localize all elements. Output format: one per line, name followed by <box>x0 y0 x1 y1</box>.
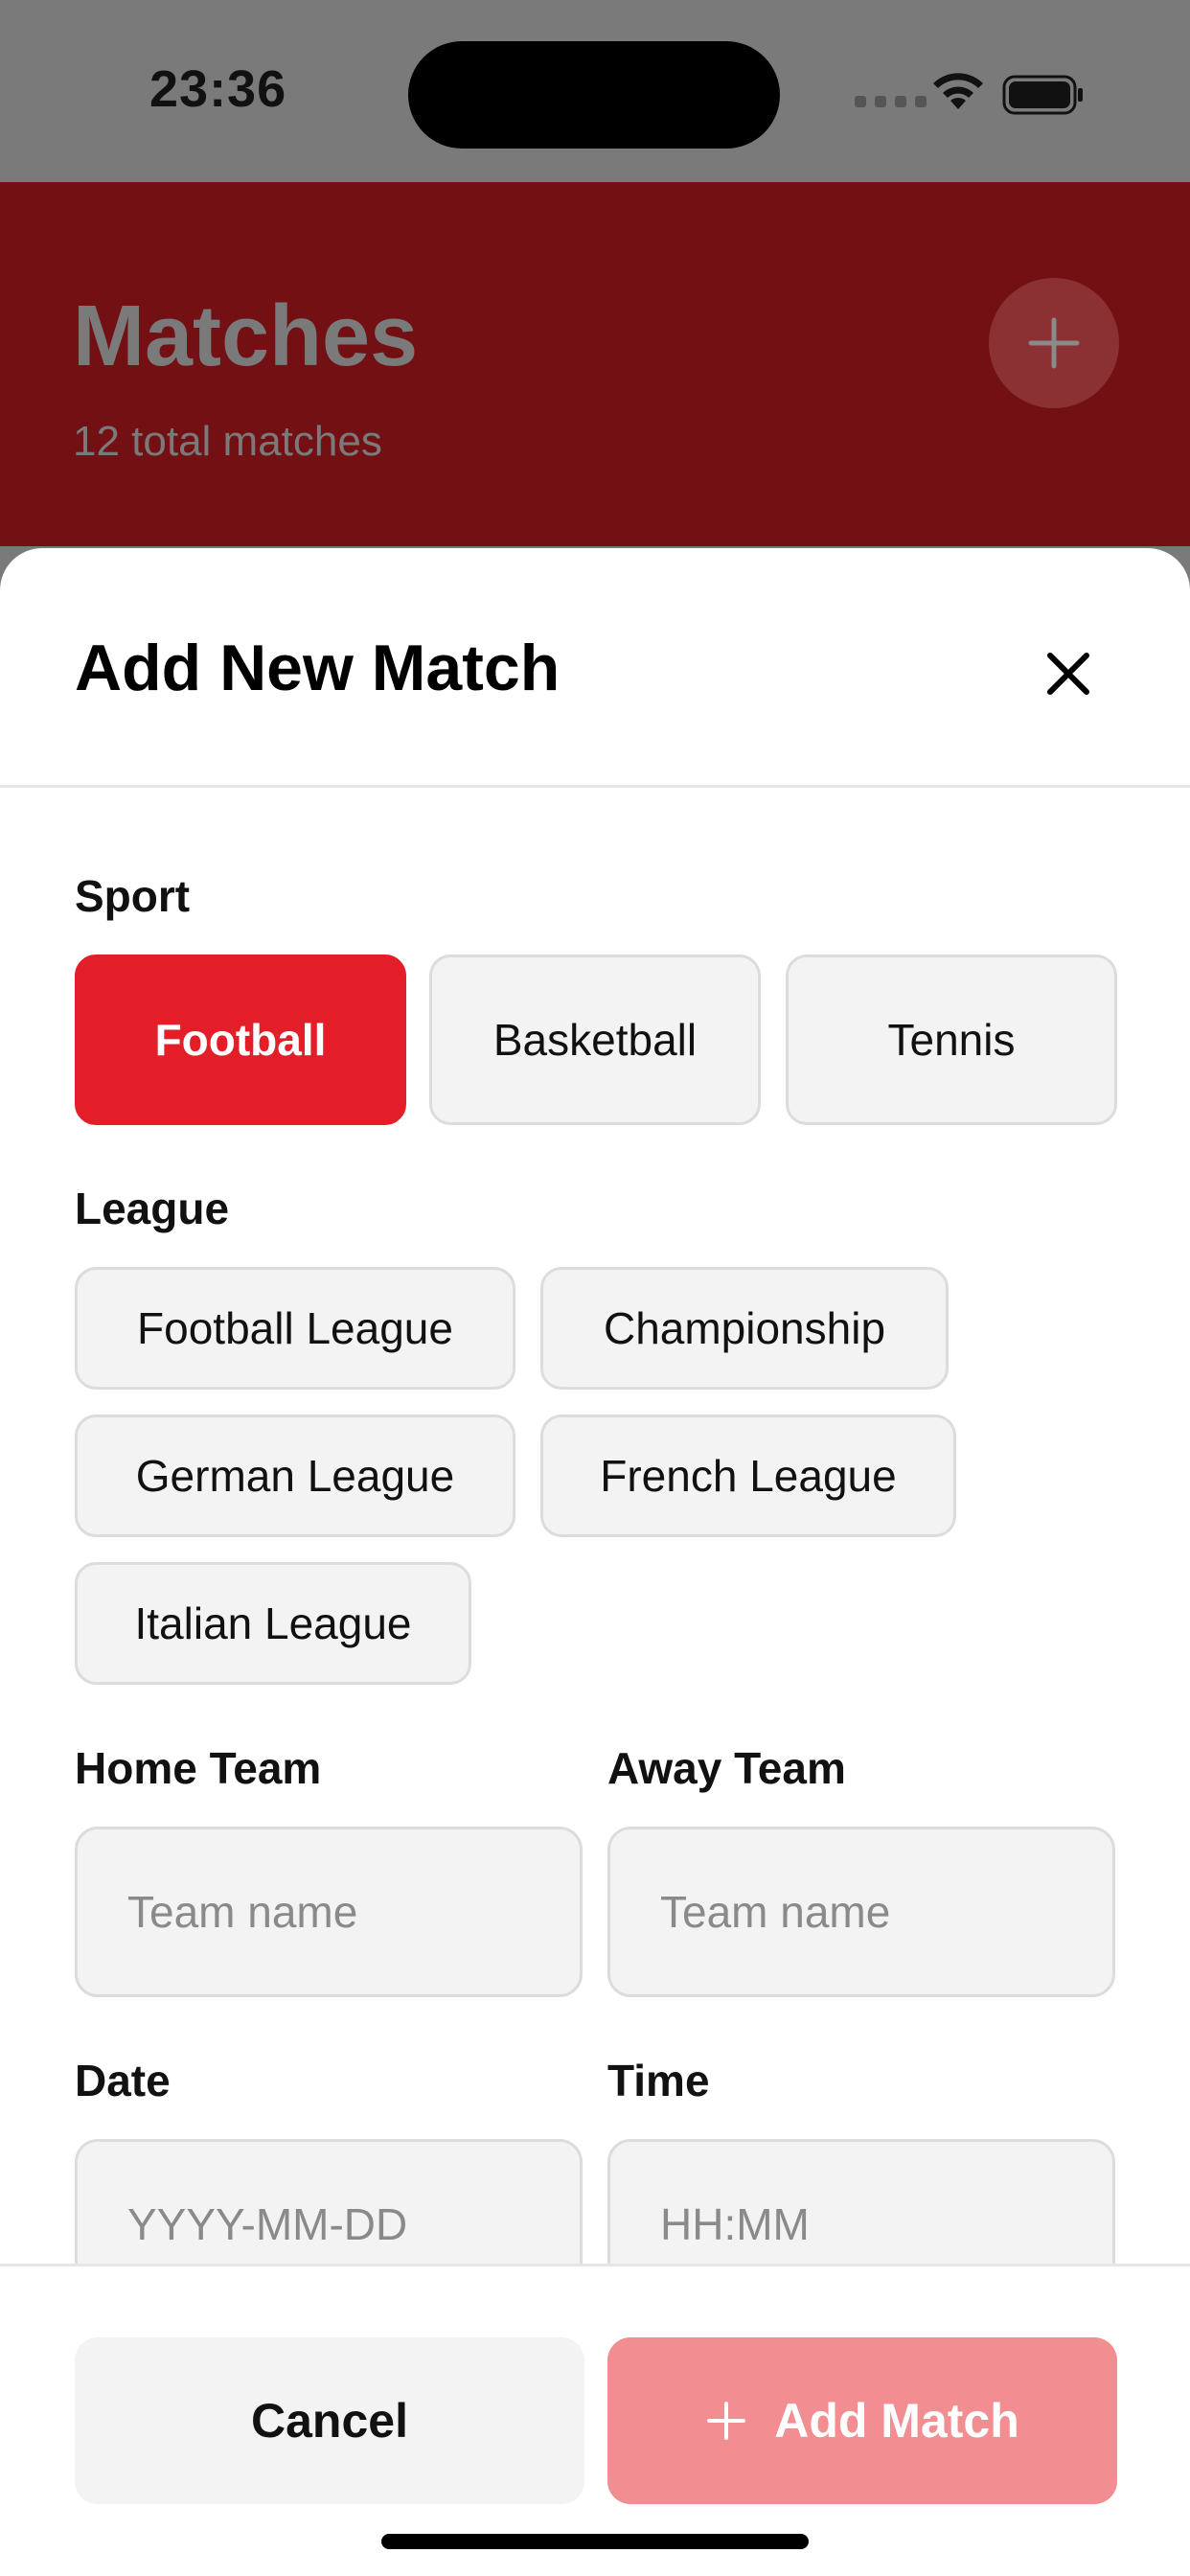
plus-icon <box>1028 317 1080 369</box>
page-title: Matches <box>73 288 419 384</box>
match-count: 12 total matches <box>73 418 382 465</box>
home-team-label: Home Team <box>75 1743 322 1793</box>
battery-icon <box>1002 75 1083 115</box>
app-header: Matches 12 total matches <box>0 182 1190 546</box>
sport-option-football[interactable]: Football <box>75 954 406 1125</box>
add-match-fab[interactable] <box>989 278 1119 408</box>
league-option-german-league[interactable]: German League <box>75 1414 515 1537</box>
date-label: Date <box>75 2056 171 2105</box>
league-option-football-league[interactable]: Football League <box>75 1267 515 1390</box>
home-team-input[interactable]: Team name <box>75 1827 583 1997</box>
home-indicator <box>381 2534 809 2549</box>
sheet-header: Add New Match <box>0 548 1190 788</box>
sport-label: Sport <box>75 871 191 921</box>
away-team-label: Away Team <box>607 1743 846 1793</box>
status-bar: 23:36 <box>0 0 1190 182</box>
dynamic-island <box>408 41 780 149</box>
league-option-french-league[interactable]: French League <box>540 1414 956 1537</box>
league-label: League <box>75 1184 230 1233</box>
status-time: 23:36 <box>149 60 287 118</box>
add-match-button[interactable]: Add Match <box>607 2337 1117 2504</box>
time-label: Time <box>607 2056 710 2105</box>
sport-option-basketball[interactable]: Basketball <box>429 954 761 1125</box>
cellular-signal-icon <box>855 96 927 107</box>
wifi-icon <box>933 73 983 109</box>
sheet-title: Add New Match <box>75 632 561 704</box>
add-match-sheet: Add New Match Sport Football Basketball … <box>0 548 1190 2576</box>
away-team-input[interactable]: Team name <box>607 1827 1115 1997</box>
sheet-footer: Cancel Add Match <box>0 2264 1190 2576</box>
cancel-button[interactable]: Cancel <box>75 2337 584 2504</box>
close-icon <box>1047 653 1089 695</box>
add-match-label: Add Match <box>774 2394 1019 2448</box>
league-option-championship[interactable]: Championship <box>540 1267 949 1390</box>
league-option-italian-league[interactable]: Italian League <box>75 1562 471 1685</box>
close-button[interactable] <box>1035 640 1102 707</box>
plus-icon <box>707 2402 746 2440</box>
sport-option-tennis[interactable]: Tennis <box>786 954 1117 1125</box>
